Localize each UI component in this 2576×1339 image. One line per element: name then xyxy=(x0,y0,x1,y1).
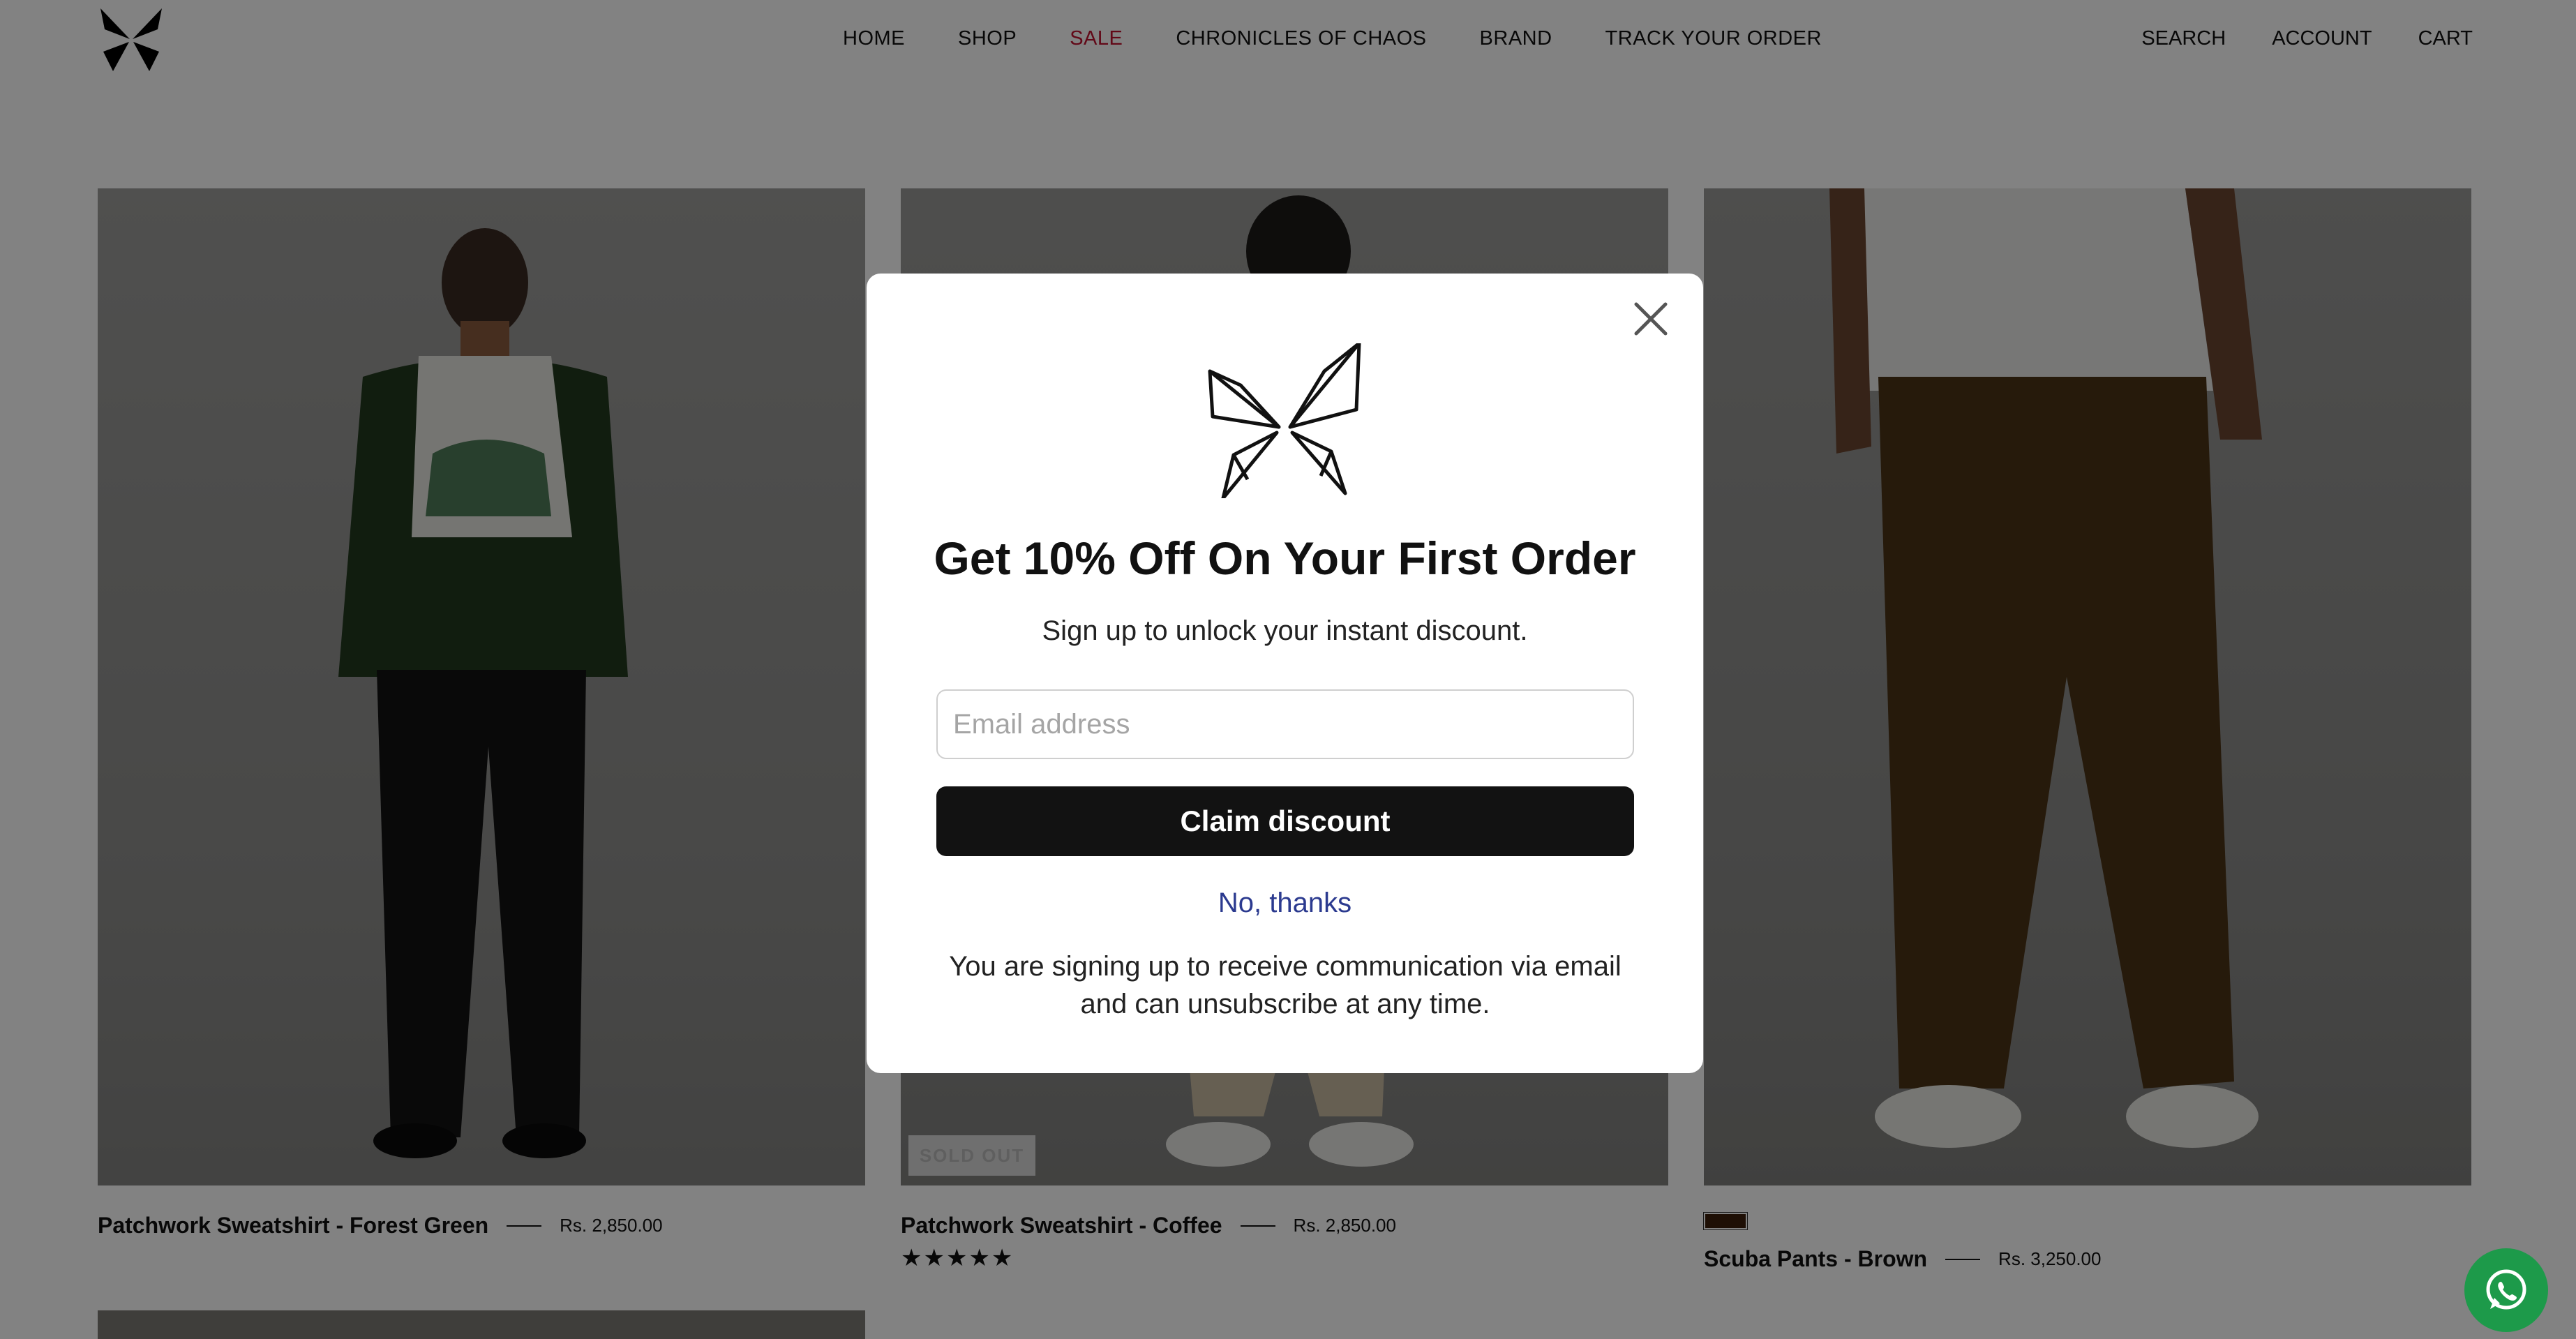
email-field[interactable] xyxy=(936,689,1634,759)
no-thanks-button[interactable]: No, thanks xyxy=(867,888,1703,919)
popup-legal-text: You are signing up to receive communicat… xyxy=(949,951,1622,1019)
page: HOME SHOP SALE CHRONICLES OF CHAOS BRAND… xyxy=(0,0,2576,1339)
whatsapp-button[interactable] xyxy=(2464,1248,2548,1332)
discount-popup: Get 10% Off On Your First Order Sign up … xyxy=(867,274,1703,1073)
butterfly-logo-icon xyxy=(1208,343,1361,498)
popup-title: Get 10% Off On Your First Order xyxy=(934,532,1636,584)
popup-subtitle: Sign up to unlock your instant discount. xyxy=(1042,615,1528,646)
claim-discount-button[interactable]: Claim discount xyxy=(936,786,1634,856)
close-icon[interactable] xyxy=(1626,294,1675,343)
whatsapp-icon xyxy=(2486,1269,2526,1310)
